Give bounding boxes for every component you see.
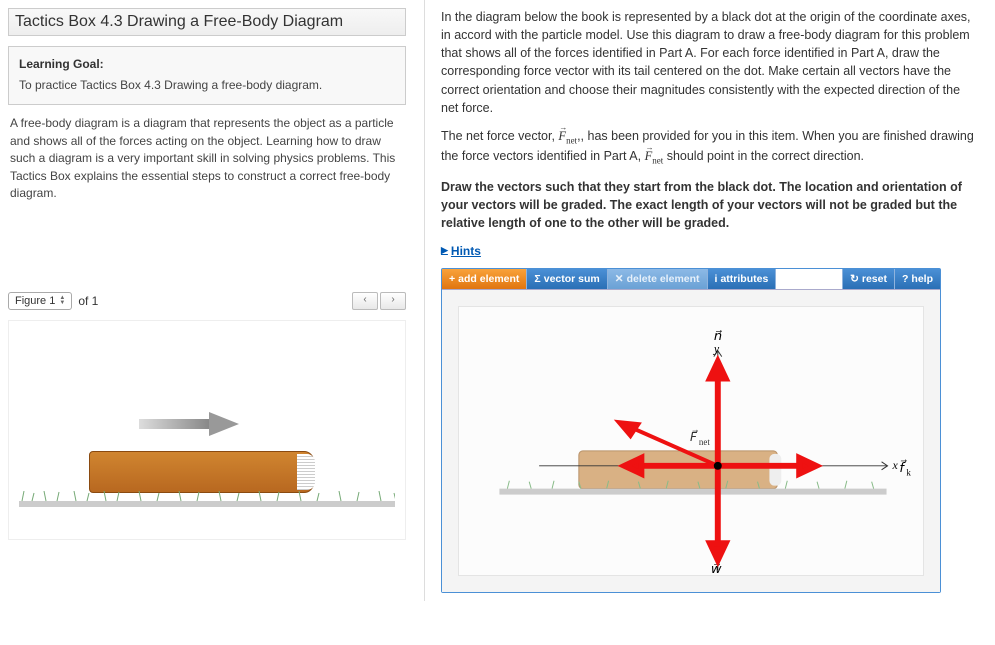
axis-x-label: x bbox=[891, 458, 898, 472]
question-icon: ? bbox=[902, 273, 908, 285]
push-arrow-icon bbox=[139, 409, 239, 439]
axis-y-label: y bbox=[713, 341, 720, 355]
learning-goal-box: Learning Goal: To practice Tactics Box 4… bbox=[8, 46, 406, 105]
description-text: A free-body diagram is a diagram that re… bbox=[8, 115, 406, 202]
figure-prev-button[interactable]: ‹ bbox=[352, 292, 378, 310]
fnet-symbol: →Fnet bbox=[558, 129, 577, 143]
info-icon: i bbox=[715, 273, 718, 285]
refresh-icon: ↻ bbox=[850, 273, 859, 285]
plus-icon: + bbox=[449, 273, 455, 285]
fnet-symbol: →Fnet bbox=[645, 149, 664, 163]
delete-element-button[interactable]: ✕delete element bbox=[608, 269, 708, 289]
reset-button[interactable]: ↻reset bbox=[842, 269, 894, 289]
figure-label: Figure 1 bbox=[15, 295, 55, 307]
figure-next-button[interactable]: › bbox=[380, 292, 406, 310]
fnet-label: F⃗ bbox=[690, 429, 698, 444]
triangle-icon: ▶ bbox=[441, 245, 448, 256]
axis-fk-sub: k bbox=[906, 467, 911, 477]
surface-grass bbox=[19, 491, 395, 507]
figure-panel bbox=[8, 320, 406, 540]
attributes-button[interactable]: iattributes bbox=[708, 269, 777, 289]
vector-widget: +add element Σvector sum ✕delete element… bbox=[441, 268, 941, 593]
help-button[interactable]: ?help bbox=[894, 269, 940, 289]
sigma-icon: Σ bbox=[534, 273, 540, 285]
origin-dot[interactable] bbox=[714, 462, 722, 470]
book-shape bbox=[89, 451, 314, 493]
vector-diagram[interactable]: n⃗ y x f⃗ k w⃗ bbox=[459, 307, 923, 575]
page-title: Tactics Box 4.3 Drawing a Free-Body Diag… bbox=[8, 8, 406, 36]
learning-goal-text: To practice Tactics Box 4.3 Drawing a fr… bbox=[19, 77, 395, 94]
instructions-p2: The net force vector, →Fnet,, has been p… bbox=[441, 127, 979, 168]
figure-bar: Figure 1 ▲▼ of 1 ‹ › bbox=[8, 292, 406, 310]
vector-sum-button[interactable]: Σvector sum bbox=[527, 269, 607, 289]
axis-n-label: n⃗ bbox=[714, 328, 722, 342]
hints-toggle[interactable]: ▶ Hints bbox=[441, 244, 481, 258]
x-icon: ✕ bbox=[615, 273, 624, 285]
instructions-p1: In the diagram below the book is represe… bbox=[441, 8, 979, 117]
figure-total: of 1 bbox=[78, 294, 98, 308]
add-element-button[interactable]: +add element bbox=[442, 269, 527, 289]
vector-canvas[interactable]: n⃗ y x f⃗ k w⃗ bbox=[442, 290, 940, 592]
vector-toolbar: +add element Σvector sum ✕delete element… bbox=[442, 269, 940, 290]
learning-goal-label: Learning Goal: bbox=[19, 57, 395, 71]
instructions-p3: Draw the vectors such that they start fr… bbox=[441, 178, 979, 232]
fnet-sub: net bbox=[699, 437, 710, 447]
figure-select[interactable]: Figure 1 ▲▼ bbox=[8, 292, 72, 310]
stepper-icon[interactable]: ▲▼ bbox=[59, 296, 65, 306]
